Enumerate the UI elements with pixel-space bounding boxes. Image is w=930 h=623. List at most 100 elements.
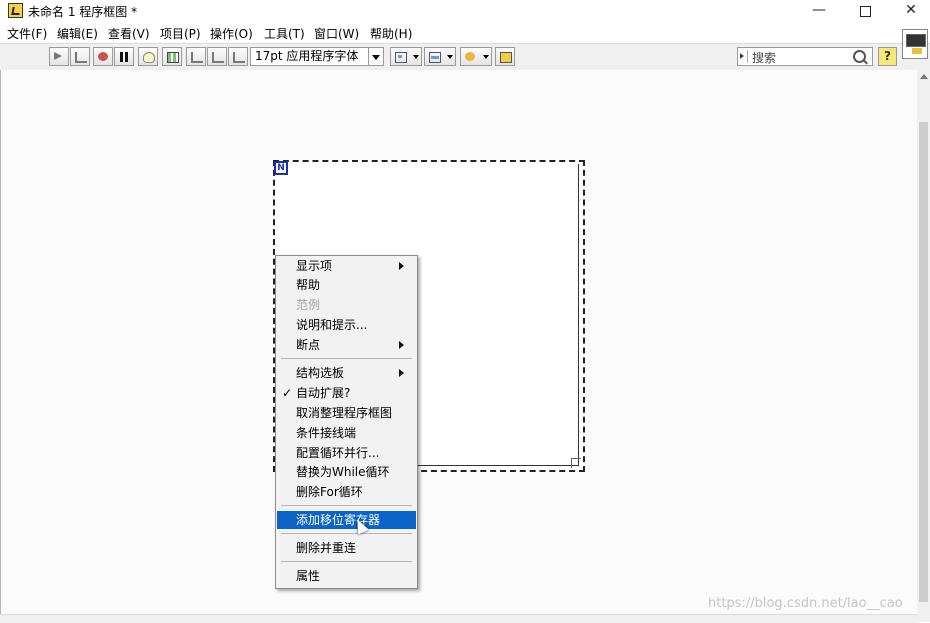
menu-view[interactable]: 查看(V) xyxy=(108,25,150,42)
pause-button[interactable] xyxy=(114,47,134,66)
menu-window[interactable]: 窗口(W) xyxy=(314,25,359,42)
window-title: 未命名 1 程序框图 * xyxy=(28,5,138,19)
checkmark-icon: ✓ xyxy=(282,386,293,400)
search-placeholder: 搜索 xyxy=(752,51,777,65)
labview-app-icon xyxy=(8,3,23,18)
submenu-arrow-icon xyxy=(399,369,404,377)
clean-up-icon xyxy=(500,52,512,63)
menu-tools[interactable]: 工具(T) xyxy=(264,25,305,42)
scroll-up-icon[interactable] xyxy=(920,74,928,79)
menu-item-label: 断点 xyxy=(296,338,321,352)
loop-count-terminal[interactable]: N xyxy=(274,161,288,175)
step-out-icon xyxy=(233,52,245,63)
align-icon xyxy=(395,52,407,63)
menu-item-visible-items[interactable]: 显示项 xyxy=(277,257,416,275)
menu-item-label: 取消整理程序框图 xyxy=(296,406,393,420)
chevron-down-icon xyxy=(413,55,419,59)
chevron-down-icon xyxy=(447,55,453,59)
minimize-button[interactable]: — xyxy=(796,0,842,22)
menu-bar: 文件(F) 编辑(E) 查看(V) 项目(P) 操作(O) 工具(T) 窗口(W… xyxy=(0,23,930,43)
probe-icon xyxy=(167,52,179,63)
menu-item-delete-and-rewire[interactable]: 删除并重连 xyxy=(277,539,416,557)
menu-item-label: 显示项 xyxy=(296,259,333,273)
maximize-button[interactable] xyxy=(842,0,888,22)
lightbulb-icon xyxy=(143,52,155,63)
run-button[interactable] xyxy=(49,47,69,66)
menu-item-label: 删除并重连 xyxy=(296,541,357,555)
menu-item-breakpoint[interactable]: 断点 xyxy=(277,336,416,354)
menu-item-properties[interactable]: 属性 xyxy=(277,567,416,585)
close-button[interactable]: ✕ xyxy=(888,0,930,22)
step-out-button[interactable] xyxy=(228,47,248,66)
menu-item-label: 范例 xyxy=(296,298,321,312)
menu-separator xyxy=(281,561,412,562)
reorder-button[interactable] xyxy=(460,47,492,66)
align-objects-button[interactable] xyxy=(390,47,422,66)
step-over-button[interactable] xyxy=(207,47,227,66)
divider xyxy=(747,50,748,63)
step-over-icon xyxy=(212,52,224,63)
distribute-icon xyxy=(429,52,441,63)
menu-help[interactable]: 帮助(H) xyxy=(370,25,412,42)
menu-item-structures-palette[interactable]: 结构选板 xyxy=(277,364,416,382)
retain-wire-values-button[interactable] xyxy=(162,47,182,66)
vi-icon[interactable] xyxy=(902,29,928,59)
scrollbar-thumb[interactable] xyxy=(919,122,928,602)
step-into-button[interactable] xyxy=(186,47,206,66)
menu-item-label: 替换为While循环 xyxy=(296,465,390,479)
menu-item-remove-for-loop[interactable]: 删除For循环 xyxy=(277,483,416,501)
submenu-arrow-icon xyxy=(399,341,404,349)
search-icon[interactable] xyxy=(853,50,866,63)
menu-file[interactable]: 文件(F) xyxy=(7,25,47,42)
context-help-button[interactable]: ? xyxy=(878,47,897,66)
menu-item-add-shift-register[interactable]: 添加移位寄存器 xyxy=(277,511,416,529)
menu-operate[interactable]: 操作(O) xyxy=(210,25,253,42)
run-continuously-button[interactable] xyxy=(70,47,90,66)
menu-item-label: 删除For循环 xyxy=(296,485,363,499)
menu-item-label: 帮助 xyxy=(296,278,321,292)
abort-button[interactable] xyxy=(93,47,113,66)
menu-item-replace-with-while[interactable]: 替换为While循环 xyxy=(277,463,416,481)
reorder-icon xyxy=(465,52,475,61)
menu-item-exclude-cleanup[interactable]: 取消整理程序框图 xyxy=(277,404,416,422)
menu-item-auto-grow[interactable]: ✓ 自动扩展? xyxy=(277,384,416,402)
scrollbar-corner xyxy=(917,614,930,622)
context-menu: 显示项 帮助 范例 说明和提示... 断点 结构选板 ✓ 自动扩展? 取消整理程序… xyxy=(275,255,418,589)
menu-item-label: 自动扩展? xyxy=(296,386,351,400)
search-options-icon[interactable] xyxy=(740,53,744,59)
menu-item-label: 条件接线端 xyxy=(296,426,357,440)
search-input[interactable]: 搜索 xyxy=(737,47,873,66)
menu-separator xyxy=(281,533,412,534)
menu-separator xyxy=(281,505,412,506)
menu-item-description[interactable]: 说明和提示... xyxy=(277,316,416,334)
run-arrow-icon xyxy=(54,52,62,60)
vertical-scrollbar[interactable] xyxy=(917,70,930,614)
menu-edit[interactable]: 编辑(E) xyxy=(57,25,98,42)
pause-icon xyxy=(119,52,129,62)
highlight-execution-button[interactable] xyxy=(138,47,158,66)
resize-handle[interactable] xyxy=(571,458,581,468)
submenu-arrow-icon xyxy=(399,262,404,270)
menu-project[interactable]: 项目(P) xyxy=(160,25,201,42)
chevron-down-icon xyxy=(368,48,383,65)
watermark: https://blog.csdn.net/lao__cao xyxy=(708,596,903,611)
stop-icon xyxy=(98,52,108,61)
distribute-objects-button[interactable] xyxy=(424,47,456,66)
menu-item-examples: 范例 xyxy=(277,296,416,314)
menu-item-label: 配置循环并行... xyxy=(296,446,380,460)
menu-item-help[interactable]: 帮助 xyxy=(277,276,416,294)
menu-item-label: 属性 xyxy=(296,569,321,583)
run-continuously-icon xyxy=(75,52,87,63)
clean-up-diagram-button[interactable] xyxy=(495,47,515,66)
maximize-icon xyxy=(859,6,871,17)
chevron-down-icon xyxy=(483,55,489,59)
title-bar: 未命名 1 程序框图 * — ✕ xyxy=(0,0,930,22)
font-select-value: 17pt 应用程序字体 xyxy=(255,49,359,63)
menu-item-configure-parallelism[interactable]: 配置循环并行... xyxy=(277,444,416,462)
toolbar: 17pt 应用程序字体 搜索 ? xyxy=(0,43,930,71)
menu-separator xyxy=(281,358,412,359)
font-select[interactable]: 17pt 应用程序字体 xyxy=(250,47,384,66)
menu-item-conditional-terminal[interactable]: 条件接线端 xyxy=(277,424,416,442)
menu-item-label: 说明和提示... xyxy=(296,318,368,332)
step-into-icon xyxy=(191,52,203,63)
